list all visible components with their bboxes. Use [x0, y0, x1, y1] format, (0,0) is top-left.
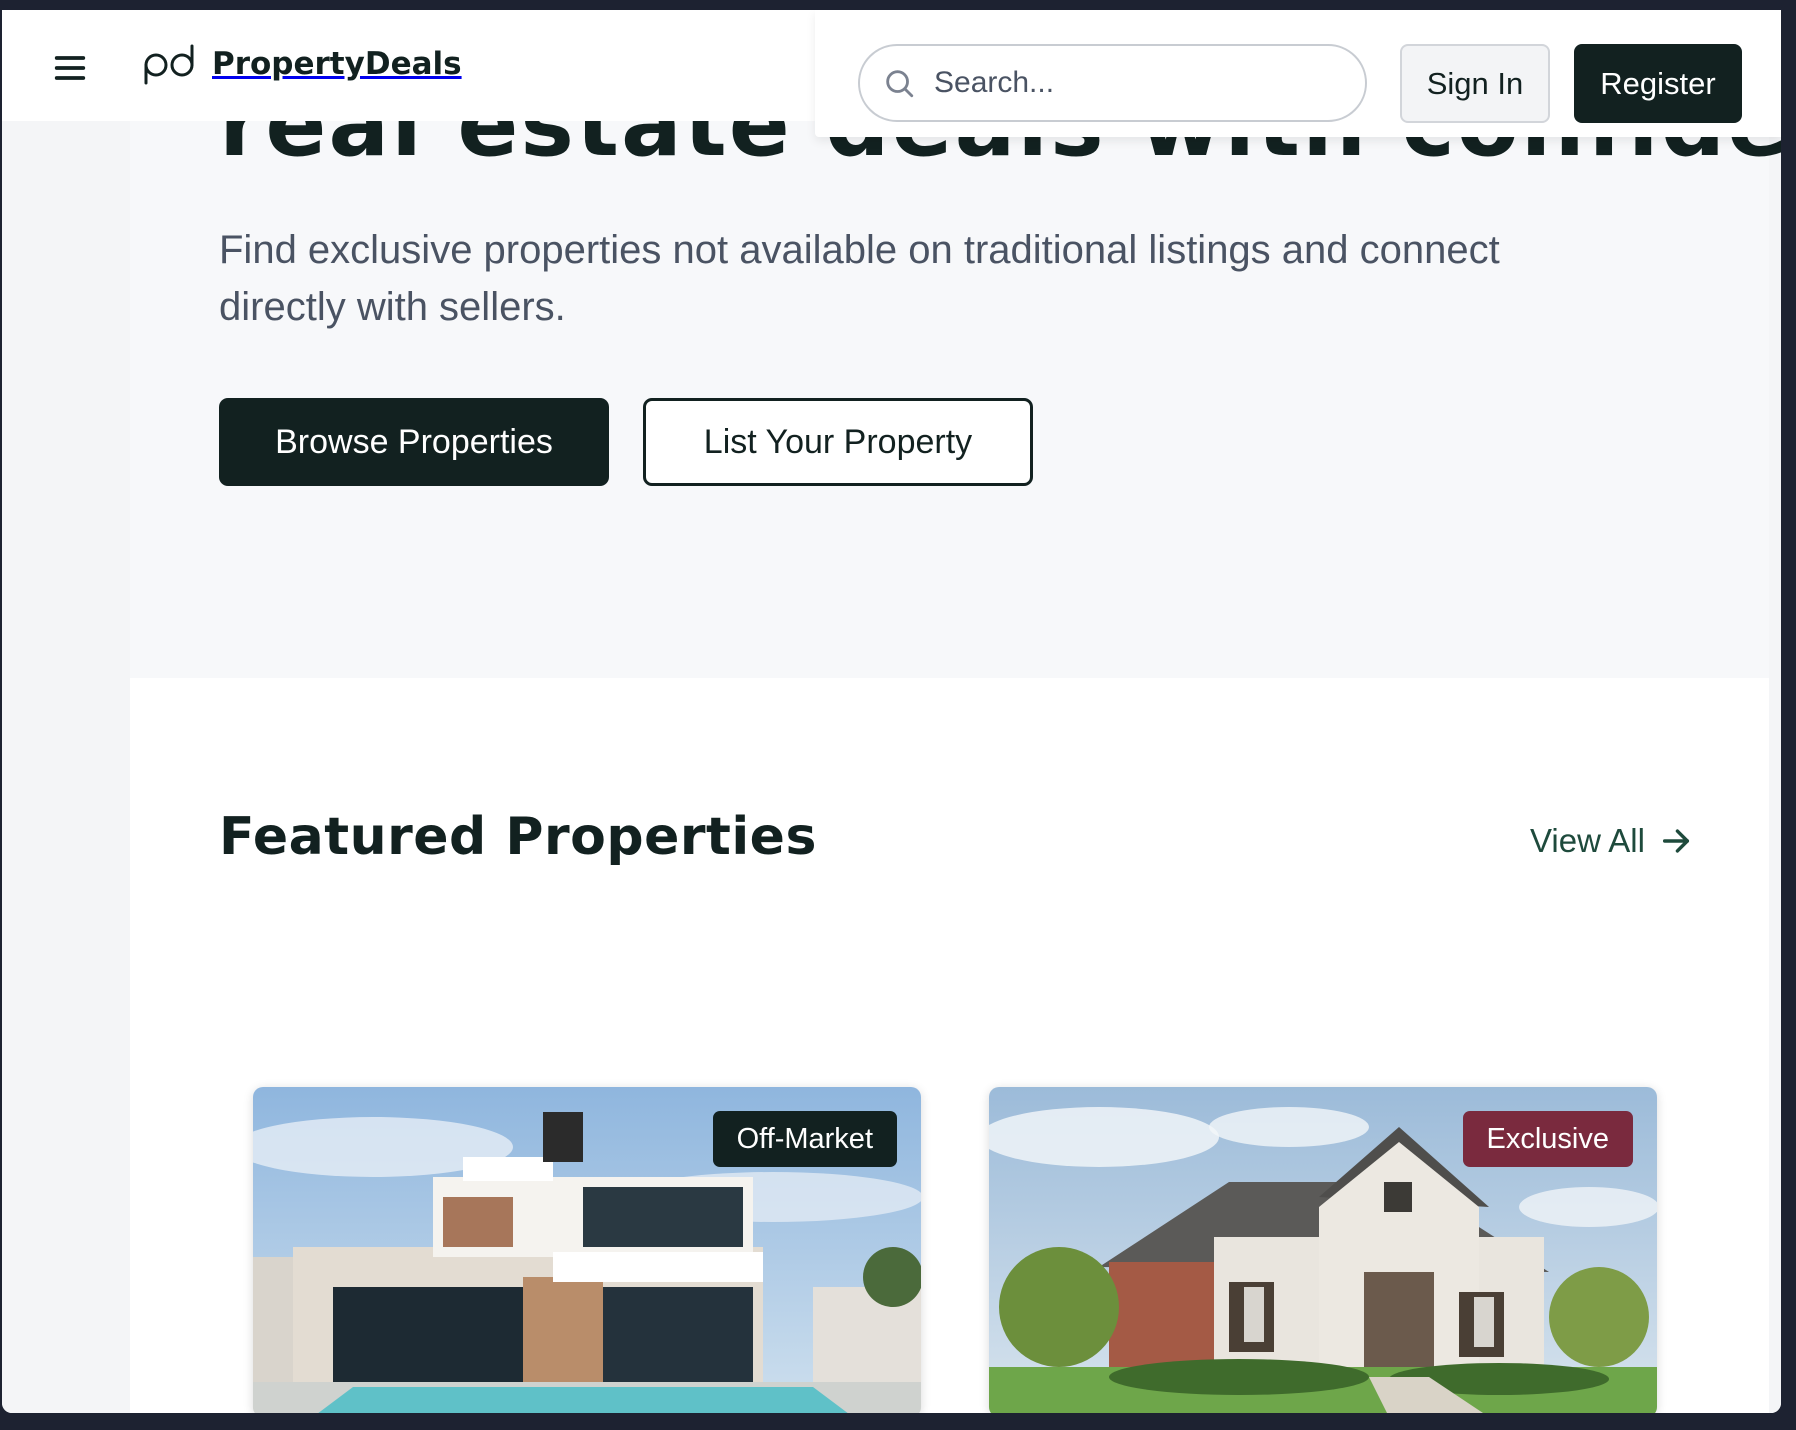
view-all-label: View All	[1530, 822, 1645, 859]
featured-properties-title: Featured Properties	[219, 807, 817, 867]
off-market-badge: Off-Market	[712, 1111, 897, 1167]
menu-button[interactable]	[50, 48, 90, 88]
register-button[interactable]: Register	[1574, 44, 1742, 123]
property-card[interactable]: Exclusive	[989, 1087, 1657, 1413]
view-all-link[interactable]: View All	[1530, 822, 1693, 860]
browser-window: real estate deals with confidence. Find …	[2, 10, 1781, 1413]
menu-icon	[54, 56, 86, 80]
brand-name: PropertyDeals	[212, 46, 462, 82]
hero-subtitle: Find exclusive properties not available …	[219, 228, 1500, 329]
arrow-right-icon	[1662, 829, 1689, 853]
list-your-property-button[interactable]: List Your Property	[643, 398, 1033, 486]
search-box[interactable]	[858, 44, 1367, 122]
search-icon	[886, 70, 914, 98]
search-input[interactable]	[932, 65, 1336, 101]
logo-mark-icon	[144, 44, 194, 85]
exclusive-badge: Exclusive	[1462, 1111, 1633, 1167]
brand-logo[interactable]: PropertyDeals	[142, 43, 462, 85]
browse-properties-button[interactable]: Browse Properties	[219, 398, 609, 486]
sign-in-button[interactable]: Sign In	[1400, 44, 1550, 123]
property-card[interactable]: Off-Market	[253, 1087, 921, 1413]
left-gutter	[2, 10, 130, 1413]
right-gutter	[1769, 10, 1781, 1413]
